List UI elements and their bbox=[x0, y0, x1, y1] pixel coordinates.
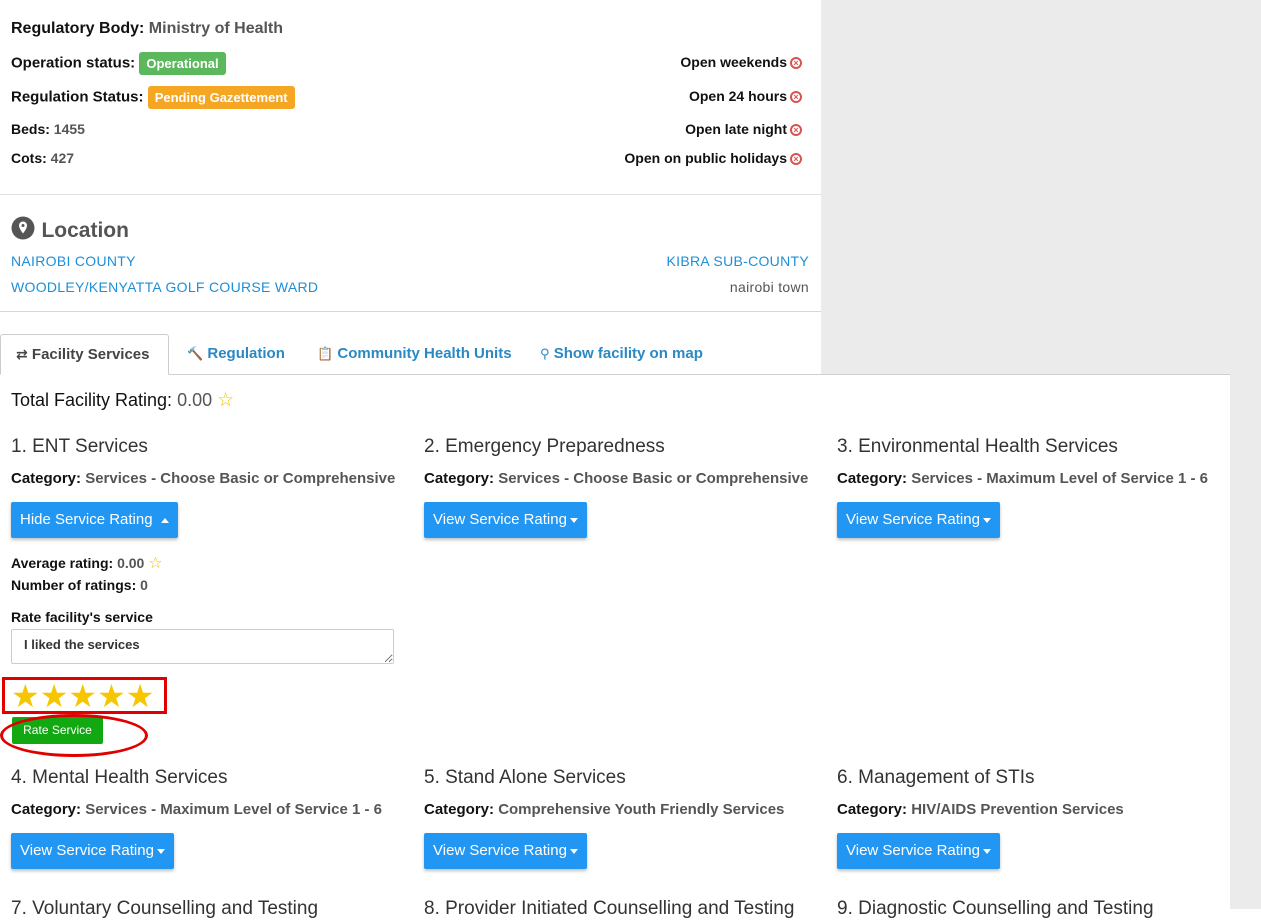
x-circle-icon: × bbox=[790, 153, 802, 166]
service-title: 4. Mental Health Services bbox=[11, 767, 228, 788]
map-pin-icon bbox=[11, 216, 35, 245]
service-title: 7. Voluntary Counselling and Testing bbox=[11, 898, 319, 919]
caret-down-icon bbox=[982, 517, 991, 523]
star-filled-icon[interactable]: ★ bbox=[126, 678, 155, 714]
service-category: Category: Comprehensive Youth Friendly S… bbox=[424, 801, 785, 818]
caret-up-icon bbox=[160, 517, 169, 523]
map-marker-icon: ⚲ bbox=[540, 346, 550, 361]
side-background-lower bbox=[1230, 374, 1261, 909]
x-circle-icon: × bbox=[790, 91, 802, 104]
service-category: Category: HIV/AIDS Prevention Services bbox=[837, 801, 1124, 818]
operation-status-label: Operation status: bbox=[11, 54, 136, 72]
tab-label: Regulation bbox=[207, 345, 285, 362]
x-circle-icon: × bbox=[790, 57, 802, 70]
hours-item-weekends: Open weekends × bbox=[680, 54, 802, 70]
town-text: nairobi town bbox=[729, 279, 809, 295]
operation-status-row: Operation status: Operational bbox=[11, 52, 226, 75]
regulatory-body-label: Regulatory Body: bbox=[11, 20, 145, 37]
service-title: 6. Management of STIs bbox=[837, 767, 1035, 788]
sub-county-link[interactable]: KIBRA SUB-COUNTY bbox=[667, 253, 810, 269]
beds-label: Beds: bbox=[11, 121, 50, 137]
regulatory-body-value: Ministry of Health bbox=[148, 20, 284, 37]
location-header: Location bbox=[11, 216, 129, 245]
total-rating: Total Facility Rating: 0.00 ☆ bbox=[11, 389, 234, 412]
cots-label: Cots: bbox=[11, 150, 47, 166]
service-category: Category: Services - Maximum Level of Se… bbox=[11, 801, 383, 818]
service-title: 9. Diagnostic Counselling and Testing bbox=[837, 898, 1154, 919]
star-filled-icon[interactable]: ★ bbox=[68, 678, 97, 714]
service-category: Category: Services - Choose Basic or Com… bbox=[11, 470, 396, 487]
view-service-rating-button[interactable]: View Service Rating bbox=[837, 833, 1000, 869]
regulation-status-label: Regulation Status: bbox=[11, 88, 144, 106]
hours-label: Open on public holidays bbox=[624, 150, 787, 166]
hours-item-holidays: Open on public holidays × bbox=[624, 150, 802, 166]
cots-row: Cots: 427 bbox=[11, 150, 74, 166]
operation-status-badge: Operational bbox=[139, 52, 226, 75]
star-filled-icon[interactable]: ★ bbox=[40, 678, 69, 714]
star-outline-icon: ☆ bbox=[148, 555, 163, 572]
average-rating: Average rating: 0.00 ☆ bbox=[11, 555, 163, 572]
star-rating-input[interactable]: ★★★★★ bbox=[2, 677, 167, 714]
highlight-ellipse bbox=[0, 714, 148, 757]
star-outline-icon: ☆ bbox=[217, 390, 235, 411]
county-link[interactable]: NAIROBI COUNTY bbox=[11, 253, 136, 269]
view-service-rating-button[interactable]: View Service Rating bbox=[424, 833, 587, 869]
exchange-icon: ⇄ bbox=[16, 346, 28, 362]
hours-label: Open late night bbox=[685, 121, 787, 137]
view-service-rating-button[interactable]: View Service Rating bbox=[11, 833, 174, 869]
number-of-ratings: Number of ratings: 0 bbox=[11, 577, 148, 593]
service-comment-textarea[interactable] bbox=[11, 629, 394, 664]
view-service-rating-button[interactable]: View Service Rating bbox=[424, 502, 587, 538]
side-background bbox=[821, 0, 1261, 374]
view-service-rating-button[interactable]: View Service Rating bbox=[837, 502, 1000, 538]
tab-regulation[interactable]: 🔨 Regulation bbox=[187, 334, 285, 375]
total-rating-label: Total Facility Rating: bbox=[11, 390, 173, 410]
service-title: 2. Emergency Preparedness bbox=[424, 436, 665, 457]
hours-item-late-night: Open late night × bbox=[685, 121, 802, 137]
cots-value: 427 bbox=[50, 150, 75, 166]
divider bbox=[0, 311, 821, 312]
tab-show-on-map[interactable]: ⚲ Show facility on map bbox=[540, 334, 703, 375]
service-title: 5. Stand Alone Services bbox=[424, 767, 626, 788]
tab-label: Show facility on map bbox=[553, 345, 703, 362]
location-title: Location bbox=[41, 218, 129, 242]
tab-label: Facility Services bbox=[31, 346, 150, 363]
hours-item-24h: Open 24 hours × bbox=[689, 88, 802, 104]
divider bbox=[0, 194, 821, 195]
service-category: Category: Services - Choose Basic or Com… bbox=[424, 470, 809, 487]
caret-down-icon bbox=[569, 848, 578, 854]
caret-down-icon bbox=[982, 848, 991, 854]
hours-label: Open weekends bbox=[680, 54, 787, 70]
ward-link[interactable]: WOODLEY/KENYATTA GOLF COURSE WARD bbox=[11, 279, 318, 295]
tab-facility-services[interactable]: ⇄ Facility Services bbox=[0, 334, 169, 375]
regulation-status-badge: Pending Gazettement bbox=[147, 86, 295, 109]
hours-label: Open 24 hours bbox=[688, 88, 787, 104]
clipboard-icon: 📋 bbox=[317, 346, 334, 361]
caret-down-icon bbox=[569, 517, 578, 523]
rate-service-label: Rate facility's service bbox=[11, 609, 153, 625]
tab-community-health-units[interactable]: 📋 Community Health Units bbox=[317, 334, 512, 375]
service-category: Category: Services - Maximum Level of Se… bbox=[837, 470, 1209, 487]
beds-value: 1455 bbox=[53, 121, 85, 137]
service-title: 8. Provider Initiated Counselling and Te… bbox=[424, 898, 795, 919]
caret-down-icon bbox=[156, 848, 165, 854]
tab-label: Community Health Units bbox=[337, 345, 512, 362]
star-filled-icon[interactable]: ★ bbox=[97, 678, 126, 714]
hide-service-rating-button[interactable]: Hide Service Rating bbox=[11, 502, 178, 538]
regulatory-body-row: Regulatory Body: Ministry of Health bbox=[11, 20, 283, 38]
star-filled-icon[interactable]: ★ bbox=[11, 678, 40, 714]
x-circle-icon: × bbox=[790, 124, 802, 137]
regulation-status-row: Regulation Status: Pending Gazettement bbox=[11, 86, 295, 109]
gavel-icon: 🔨 bbox=[187, 346, 204, 361]
service-title: 3. Environmental Health Services bbox=[837, 436, 1118, 457]
service-title: 1. ENT Services bbox=[11, 436, 148, 457]
total-rating-value: 0.00 bbox=[177, 390, 213, 410]
beds-row: Beds: 1455 bbox=[11, 121, 85, 137]
